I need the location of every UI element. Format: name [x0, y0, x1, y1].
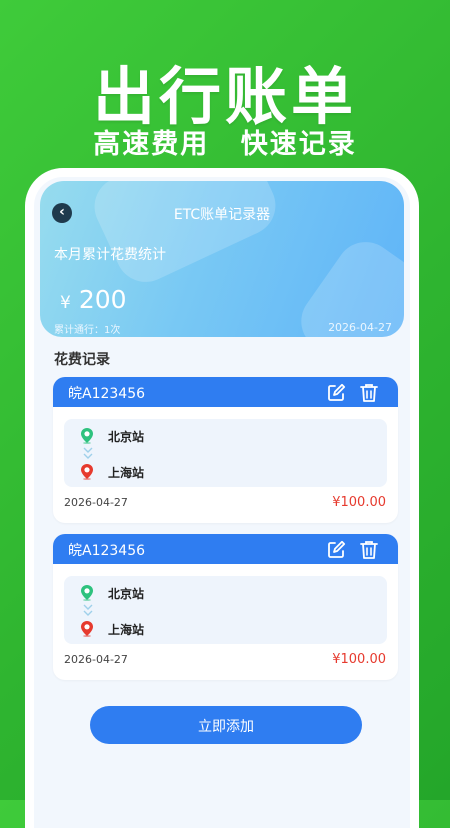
hero-subtitle: 高速费用 快速记录 [0, 122, 450, 161]
end-pin-icon [81, 621, 93, 637]
end-pin-icon [81, 464, 93, 480]
phone-frame: ‹ ETC账单记录器 本月累计花费统计 ¥200 累计通行：1次 2026-04… [25, 168, 419, 828]
edit-icon[interactable] [326, 383, 346, 403]
trash-icon[interactable] [358, 382, 380, 404]
route-box: 北京站 上海站 [64, 576, 387, 644]
record-header: 皖A123456 [53, 534, 398, 564]
double-chevron-down-icon [83, 604, 93, 616]
route-box: 北京站 上海站 [64, 419, 387, 487]
plate-number: 皖A123456 [68, 386, 146, 402]
route-end: 上海站 [80, 620, 144, 638]
from-station: 北京站 [108, 586, 145, 601]
hero-subtitle-left: 高速费用 [93, 129, 210, 160]
edit-icon[interactable] [326, 540, 346, 560]
to-station: 上海站 [108, 465, 145, 480]
hero-subtitle-right: 快速记录 [240, 129, 357, 160]
record-card[interactable]: 皖A123456 北京站 上海站 2026-04-27 ¥100.00 [53, 377, 398, 523]
from-station: 北京站 [108, 429, 145, 444]
summary-card: ‹ ETC账单记录器 本月累计花费统计 ¥200 累计通行：1次 2026-04… [40, 181, 404, 337]
add-now-button[interactable]: 立即添加 [90, 706, 362, 744]
record-header: 皖A123456 [53, 377, 398, 407]
record-date: 2026-04-27 [64, 496, 128, 509]
record-date: 2026-04-27 [64, 653, 128, 666]
record-amount: ¥100.00 [332, 495, 386, 510]
page-title: ETC账单记录器 [173, 207, 271, 223]
trash-icon[interactable] [358, 539, 380, 561]
pass-count: 累计通行：1次 [54, 325, 121, 336]
summary-date: 2026-04-27 [328, 321, 392, 334]
double-chevron-down-icon [83, 447, 93, 459]
currency-symbol: ¥ [60, 293, 71, 313]
to-station: 上海站 [108, 622, 145, 637]
route-end: 上海站 [80, 463, 144, 481]
monthly-amount: ¥200 [60, 285, 127, 314]
amount-value: 200 [78, 285, 127, 314]
record-card[interactable]: 皖A123456 北京站 上海站 2026-04-27 ¥100.00 [53, 534, 398, 680]
monthly-stat-label: 本月累计花费统计 [54, 247, 166, 263]
record-footer: 2026-04-27 ¥100.00 [53, 487, 398, 523]
start-pin-icon [81, 585, 93, 601]
plate-number: 皖A123456 [68, 543, 146, 559]
record-footer: 2026-04-27 ¥100.00 [53, 644, 398, 680]
records-title: 花费记录 [54, 352, 110, 368]
record-amount: ¥100.00 [332, 652, 386, 667]
start-pin-icon [81, 428, 93, 444]
route-start: 北京站 [80, 427, 144, 445]
route-start: 北京站 [80, 584, 144, 602]
